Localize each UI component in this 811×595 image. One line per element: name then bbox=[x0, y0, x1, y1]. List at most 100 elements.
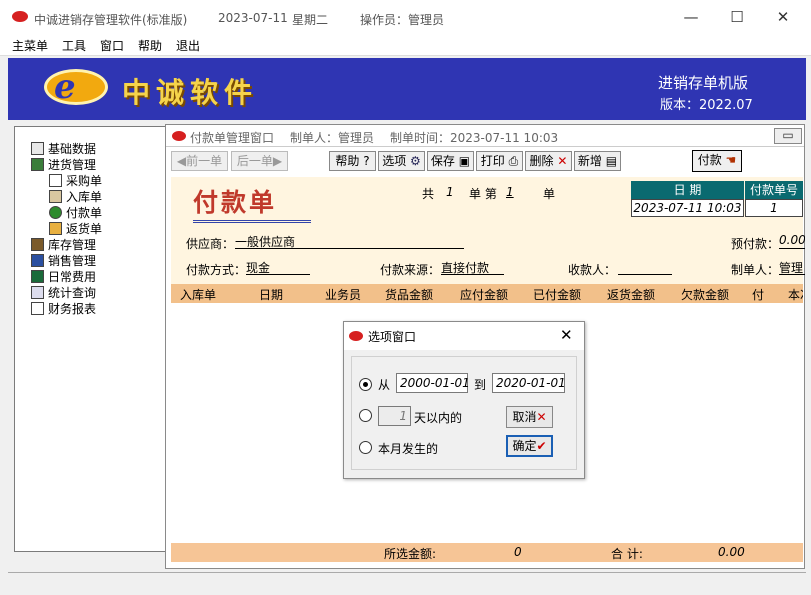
column-header[interactable]: 日期 bbox=[259, 286, 283, 303]
total-value: 0.00 bbox=[718, 545, 745, 559]
menu-main[interactable]: 主菜单 bbox=[12, 37, 48, 54]
report-icon bbox=[31, 286, 44, 299]
tree-item-return[interactable]: 返货单 bbox=[49, 221, 102, 237]
column-header[interactable]: 应付金额 bbox=[460, 286, 508, 303]
next-button[interactable]: 后一单▶ bbox=[231, 151, 288, 171]
tree-item-basic-data[interactable]: 基础数据 bbox=[31, 141, 96, 157]
printer-icon: ⎙ bbox=[504, 154, 519, 168]
document-title: 付款单 bbox=[193, 183, 311, 223]
menu-window[interactable]: 窗口 bbox=[100, 37, 124, 54]
totals-bar: 所选金额: 0 合 计: 0.00 bbox=[171, 543, 803, 562]
radio-within-days[interactable] bbox=[359, 409, 372, 422]
dialog-logo-icon bbox=[349, 331, 363, 341]
column-header[interactable]: 货品金额 bbox=[385, 286, 433, 303]
count-total-label: 共 bbox=[422, 187, 435, 201]
cancel-button[interactable]: 取消✕ bbox=[506, 406, 553, 428]
print-button[interactable]: 打印 ⎙ bbox=[476, 151, 523, 171]
tree-item-purchase-management[interactable]: 进货管理 bbox=[31, 157, 96, 173]
close-button[interactable]: ✕ bbox=[768, 6, 798, 28]
options-dialog: 选项窗口 ✕ 从 2000-01-01 到 2020-01-01 1 天以内的 … bbox=[343, 321, 585, 479]
grid-header: 入库单 日期 业务员 货品金额 应付金额 已付金额 返货金额 欠款金额 付 本次 bbox=[171, 284, 803, 303]
menu-exit[interactable]: 退出 bbox=[176, 37, 200, 54]
current-weekday: 星期二 bbox=[292, 13, 329, 27]
tree-item-inventory[interactable]: 库存管理 bbox=[31, 237, 96, 253]
count-total-value: 1 bbox=[446, 185, 454, 199]
dialog-close-button[interactable]: ✕ bbox=[560, 326, 573, 344]
pay-button[interactable]: 付款 ☚ bbox=[692, 150, 742, 172]
company-logo-icon: e bbox=[44, 67, 108, 107]
new-button[interactable]: 新增 ▤ bbox=[574, 151, 621, 171]
minimize-button[interactable]: — bbox=[676, 6, 706, 28]
creator-field[interactable]: 管理 bbox=[779, 259, 805, 275]
banner: e 中诚软件 进销存单机版 版本：2022.07 bbox=[8, 58, 806, 120]
prev-button[interactable]: ◀前一单 bbox=[171, 151, 228, 171]
column-header[interactable]: 欠款金额 bbox=[681, 286, 729, 303]
days-input[interactable]: 1 bbox=[378, 406, 411, 426]
menu-bar: 主菜单 工具 窗口 帮助 退出 bbox=[0, 34, 811, 56]
help-button[interactable]: 帮助 ? bbox=[329, 151, 376, 171]
dialog-title-bar: 选项窗口 ✕ bbox=[344, 322, 584, 350]
supplier-field[interactable]: 一般供应商 bbox=[235, 233, 464, 249]
window-minimize-button[interactable]: ▭ bbox=[774, 128, 802, 144]
app-title: 中诚进销存管理软件(标准版) bbox=[34, 13, 188, 27]
paymethod-field[interactable]: 现金 bbox=[246, 259, 310, 275]
from-date-input[interactable]: 2000-01-01 bbox=[396, 373, 470, 393]
column-header[interactable]: 返货金额 bbox=[607, 286, 655, 303]
disk-icon: ▣ bbox=[454, 154, 471, 168]
clipboard-icon bbox=[49, 190, 62, 203]
tree-item-finance-report[interactable]: 财务报表 bbox=[31, 301, 96, 317]
column-header[interactable]: 入库单 bbox=[180, 286, 216, 303]
date-value[interactable]: 2023-07-11 10:03 bbox=[631, 199, 744, 217]
radio-date-range[interactable] bbox=[359, 378, 372, 391]
save-button[interactable]: 保存 ▣ bbox=[427, 151, 474, 171]
options-button[interactable]: 选项 ⚙ bbox=[378, 151, 425, 171]
payee-field[interactable] bbox=[618, 259, 672, 275]
hand-icon: ☚ bbox=[721, 153, 737, 167]
question-icon: ? bbox=[359, 154, 370, 168]
version-label: 版本：2022.07 bbox=[660, 98, 753, 113]
window-caption-maker: 制单人：管理员 bbox=[290, 131, 375, 145]
tree-item-purchase-order[interactable]: 采购单 bbox=[49, 173, 102, 189]
book-icon bbox=[31, 142, 44, 155]
app-logo-icon bbox=[12, 11, 28, 22]
delete-button[interactable]: 删除 ✕ bbox=[525, 151, 572, 171]
tree-item-stock-in[interactable]: 入库单 bbox=[49, 189, 102, 205]
doc-no-value[interactable]: 1 bbox=[745, 199, 803, 217]
tree-item-statistics[interactable]: 统计查询 bbox=[31, 285, 96, 301]
to-date-input[interactable]: 2020-01-01 bbox=[492, 373, 566, 393]
from-label: 从 bbox=[378, 378, 391, 392]
menu-help[interactable]: 帮助 bbox=[138, 37, 162, 54]
navigation-tree: 基础数据 进货管理 采购单 入库单 付款单 返货单 库存管理 销售管理 日常费用… bbox=[14, 126, 166, 552]
menu-tools[interactable]: 工具 bbox=[62, 37, 86, 54]
count-unit-label2: 单 bbox=[543, 187, 556, 201]
source-field[interactable]: 直接付款 bbox=[441, 259, 504, 275]
title-bar: 中诚进销存管理软件(标准版) 2023-07-11 星期二 操作员：管理员 — … bbox=[0, 0, 811, 34]
status-bar bbox=[8, 572, 806, 586]
column-header[interactable]: 已付金额 bbox=[533, 286, 581, 303]
column-header[interactable]: 业务员 bbox=[325, 286, 361, 303]
selected-amount-label: 所选金额: bbox=[384, 547, 437, 561]
options-icon: ⚙ bbox=[406, 154, 421, 168]
checkmark-icon: ✔ bbox=[536, 439, 547, 453]
package-icon bbox=[49, 222, 62, 235]
table-icon bbox=[31, 302, 44, 315]
column-header[interactable]: 本次 bbox=[788, 286, 803, 303]
tree-item-sales[interactable]: 销售管理 bbox=[31, 253, 96, 269]
supplier-label: 供应商： bbox=[186, 237, 235, 251]
selected-amount-value: 0 bbox=[514, 545, 522, 559]
total-label: 合 计: bbox=[611, 547, 643, 561]
ok-button[interactable]: 确定✔ bbox=[506, 435, 553, 457]
prepay-field[interactable]: 0.00 bbox=[779, 233, 805, 249]
tree-item-daily-expense[interactable]: 日常费用 bbox=[31, 269, 96, 285]
radio-this-month[interactable] bbox=[359, 441, 372, 454]
maximize-button[interactable]: ☐ bbox=[722, 6, 752, 28]
column-header[interactable]: 付 bbox=[752, 286, 764, 303]
payment-window-caption: 付款单管理窗口 制单人：管理员 制单时间：2023-07-11 10:03 ▭ bbox=[166, 125, 804, 147]
tree-item-payment[interactable]: 付款单 bbox=[49, 205, 102, 221]
dialog-title: 选项窗口 bbox=[368, 330, 417, 344]
document-header: 付款单 共 1 单 第 1 单 日 期 付款单号 2023-07-11 10:0… bbox=[171, 177, 805, 284]
ledger-icon bbox=[31, 270, 44, 283]
this-month-label: 本月发生的 bbox=[378, 442, 439, 456]
payee-label: 收款人： bbox=[568, 263, 617, 277]
to-label: 到 bbox=[474, 378, 487, 392]
